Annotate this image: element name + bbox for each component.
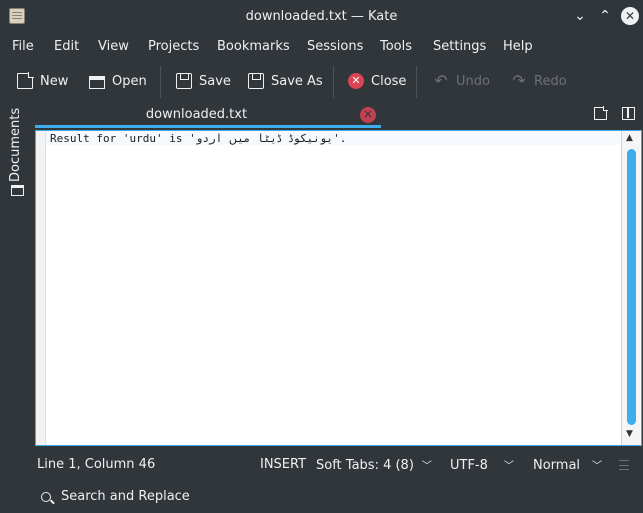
documents-label: Documents [8, 107, 23, 182]
vertical-scrollbar[interactable]: ▲ ▼ [621, 131, 641, 445]
maximize-button[interactable]: ⌃ [596, 7, 614, 25]
new-document-icon [17, 72, 34, 89]
undo-button[interactable]: ↶ Undo [433, 69, 490, 93]
save-label: Save [199, 73, 231, 89]
editor-area[interactable]: Result for 'urdu' is 'یونیکوڈ ڈیٹا میں ا… [35, 130, 642, 446]
menu-help[interactable]: Help [503, 39, 533, 54]
folder-icon[interactable] [11, 185, 24, 196]
menu-bar: File Edit View Projects Bookmarks Sessio… [0, 34, 643, 60]
cursor-position[interactable]: Line 1, Column 46 [37, 457, 155, 472]
close-icon: ✕ [348, 73, 364, 89]
redo-label: Redo [534, 73, 567, 89]
new-button[interactable]: New [17, 69, 68, 93]
encoding-selector[interactable]: UTF-8 ﹀ [450, 457, 514, 473]
menu-tools[interactable]: Tools [380, 39, 412, 54]
chevron-down-icon: ﹀ [503, 461, 514, 472]
highlight-mode-selector[interactable]: Normal ﹀ [533, 457, 602, 473]
scroll-up-arrow-icon[interactable]: ▲ [626, 133, 633, 143]
tab-label: downloaded.txt [145, 107, 248, 122]
close-label: Close [371, 73, 407, 89]
search-icon [41, 492, 51, 502]
menu-file[interactable]: File [12, 39, 34, 54]
close-button[interactable]: ✕ Close [348, 69, 406, 93]
code-line[interactable]: Result for 'urdu' is 'یونیکوڈ ڈیٹا میں ا… [50, 132, 346, 145]
undo-label: Undo [456, 73, 490, 89]
indent-settings[interactable]: Soft Tabs: 4 (8) ﹀ [316, 457, 432, 473]
open-button[interactable]: Open [89, 69, 147, 93]
menu-bookmarks[interactable]: Bookmarks [217, 39, 290, 54]
open-folder-icon [89, 75, 105, 89]
highlight-label: Normal [533, 458, 581, 473]
window-close-button[interactable]: ✕ [621, 7, 639, 25]
input-mode[interactable]: INSERT [260, 457, 306, 472]
minimize-button[interactable]: ⌄ [571, 7, 589, 25]
chevron-down-icon: ﹀ [592, 461, 603, 472]
save-as-button[interactable]: Save As [248, 69, 323, 93]
title-bar: downloaded.txt — Kate ⌄ ⌃ ✕ [0, 0, 643, 34]
search-replace-button[interactable]: Search and Replace [61, 489, 190, 504]
menu-projects[interactable]: Projects [148, 39, 199, 54]
save-button[interactable]: Save [176, 69, 231, 93]
documents-tab[interactable]: Documents [8, 106, 28, 182]
tab-close-icon[interactable]: ✕ [360, 107, 376, 123]
undo-icon: ↶ [434, 71, 448, 90]
window-title: downloaded.txt — Kate [245, 9, 398, 24]
document-tab[interactable]: downloaded.txt ✕ [35, 102, 381, 128]
save-as-label: Save As [271, 73, 323, 89]
redo-icon: ↷ [512, 71, 526, 90]
menu-sessions[interactable]: Sessions [307, 39, 363, 54]
encoding-label: UTF-8 [450, 458, 488, 473]
menu-settings[interactable]: Settings [433, 39, 486, 54]
open-label: Open [112, 73, 147, 89]
new-label: New [40, 73, 69, 89]
scroll-down-arrow-icon[interactable]: ▼ [626, 429, 633, 439]
chevron-down-icon: ﹀ [421, 461, 432, 472]
menu-view[interactable]: View [98, 39, 129, 54]
menu-lines-icon[interactable] [619, 460, 629, 470]
toolbar: New Open Save Save As ✕ Close ↶ Undo ↷ R… [0, 62, 643, 100]
save-as-icon [248, 73, 264, 89]
status-bar: Line 1, Column 46 INSERT Soft Tabs: 4 (8… [0, 452, 643, 478]
toolbar-separator [333, 66, 334, 98]
scroll-thumb[interactable] [627, 149, 636, 425]
split-view-icon[interactable] [622, 107, 635, 120]
save-icon [176, 73, 192, 89]
toolbar-separator [160, 66, 161, 98]
menu-edit[interactable]: Edit [54, 39, 79, 54]
new-tab-icon[interactable] [594, 106, 608, 120]
bottom-toolview-bar: Search and Replace [0, 484, 643, 512]
editor-gutter [36, 131, 46, 445]
redo-button[interactable]: ↷ Redo [511, 69, 567, 93]
indent-label: Soft Tabs: 4 (8) [316, 458, 414, 473]
toolbar-separator [416, 66, 417, 98]
